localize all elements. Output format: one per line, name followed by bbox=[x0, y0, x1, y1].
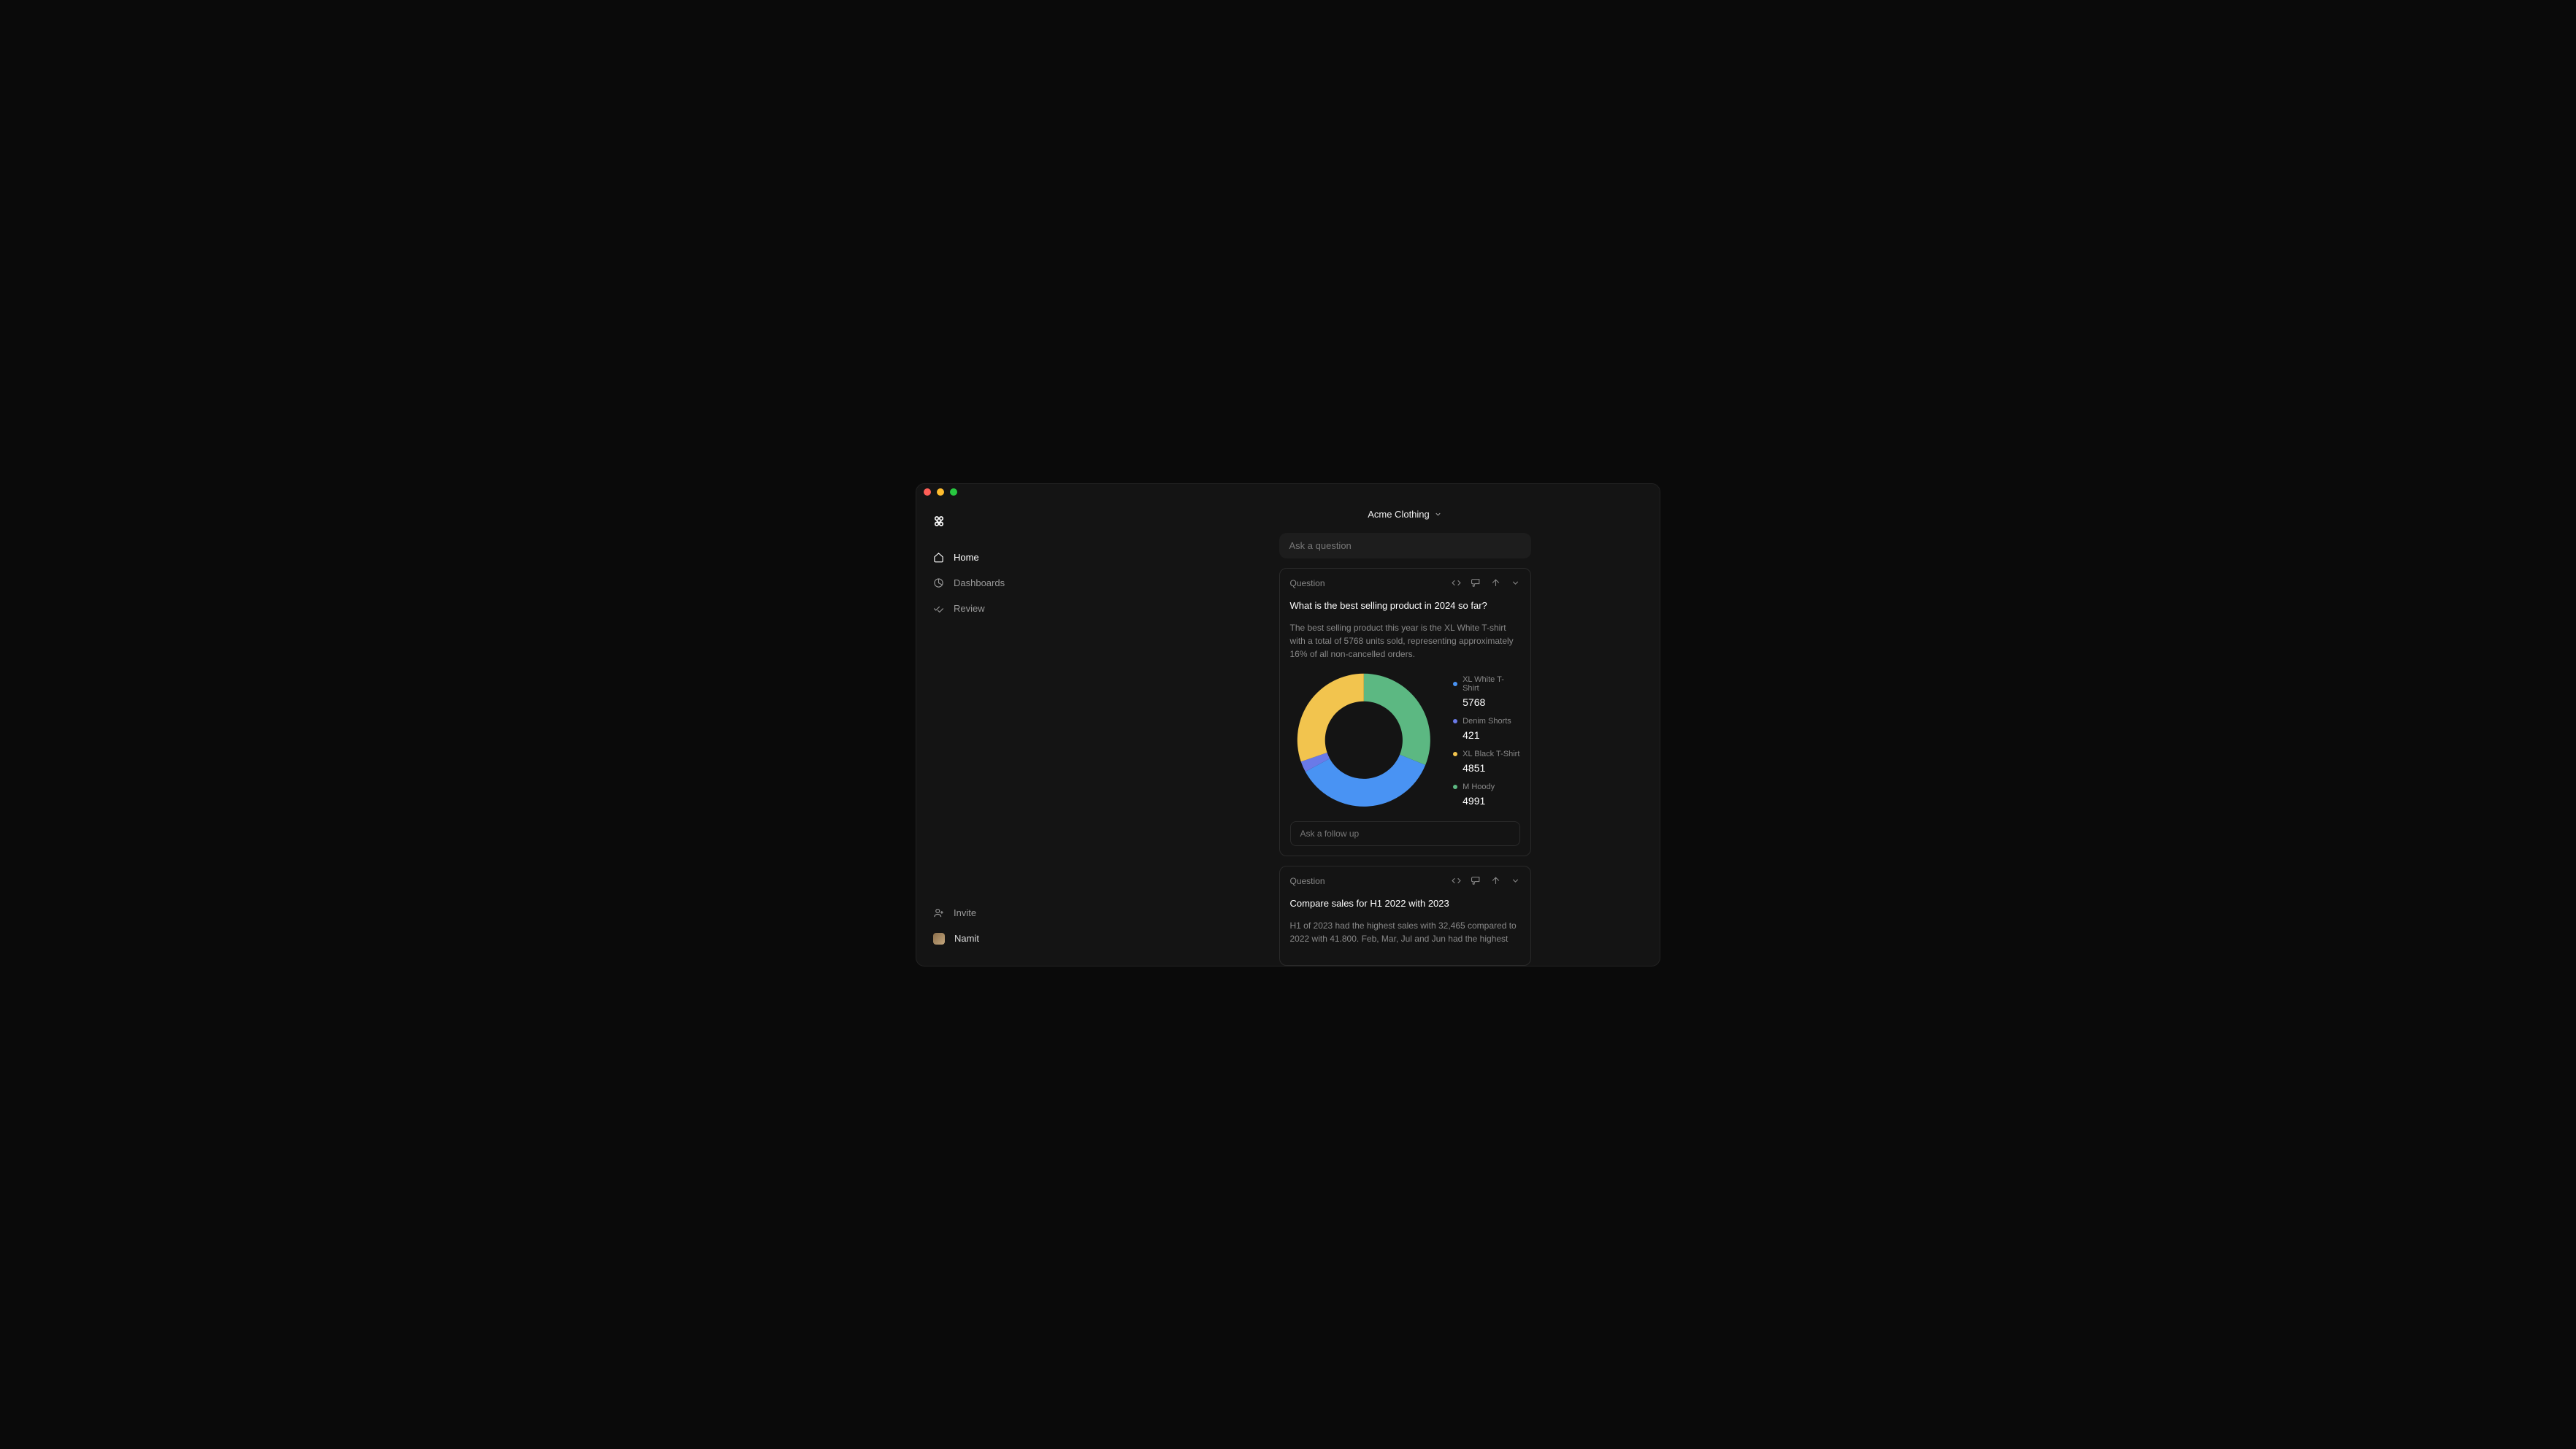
app-body: Home Dashboards Review Invite bbox=[916, 500, 1660, 966]
ask-question-input[interactable]: Ask a question bbox=[1279, 533, 1531, 558]
legend-dot bbox=[1453, 682, 1457, 686]
chart-legend: XL White T-Shirt 5768 Denim Shorts 421 X… bbox=[1453, 675, 1519, 807]
chevron-down-icon[interactable] bbox=[1511, 876, 1520, 885]
app-logo-icon bbox=[932, 515, 946, 528]
follow-up-placeholder: Ask a follow up bbox=[1300, 829, 1360, 839]
legend-label: XL White T-Shirt bbox=[1463, 675, 1519, 693]
double-check-icon bbox=[933, 603, 944, 614]
legend-value: 5768 bbox=[1453, 696, 1519, 708]
answer-text: H1 of 2023 had the highest sales with 32… bbox=[1290, 919, 1520, 945]
thumbs-down-icon[interactable] bbox=[1471, 578, 1481, 588]
ask-placeholder: Ask a question bbox=[1289, 540, 1352, 551]
donut-slice bbox=[1363, 673, 1430, 764]
legend-value: 4851 bbox=[1453, 762, 1519, 774]
legend-value: 4991 bbox=[1453, 795, 1519, 807]
content-column: Ask a question Question What is the best… bbox=[1279, 533, 1531, 966]
legend-item: XL White T-Shirt 5768 bbox=[1453, 675, 1519, 708]
invite-button[interactable]: Invite bbox=[927, 901, 1140, 925]
question-card: Question What is the best selling produc… bbox=[1279, 568, 1531, 856]
donut-slice bbox=[1297, 673, 1363, 761]
user-name: Namit bbox=[954, 933, 979, 944]
question-title: Compare sales for H1 2022 with 2023 bbox=[1290, 898, 1520, 909]
share-icon[interactable] bbox=[1491, 578, 1500, 588]
home-icon bbox=[933, 552, 944, 563]
close-window-button[interactable] bbox=[924, 488, 931, 496]
question-title: What is the best selling product in 2024… bbox=[1290, 600, 1520, 611]
donut-chart bbox=[1295, 671, 1433, 811]
sidebar: Home Dashboards Review Invite bbox=[916, 500, 1150, 966]
user-menu[interactable]: Namit bbox=[927, 926, 1140, 951]
nav-label: Dashboards bbox=[954, 577, 1005, 588]
card-label: Question bbox=[1290, 578, 1325, 588]
maximize-window-button[interactable] bbox=[950, 488, 957, 496]
follow-up-input[interactable]: Ask a follow up bbox=[1290, 821, 1520, 846]
legend-item: M Hoody 4991 bbox=[1453, 783, 1519, 807]
nav-item-dashboards[interactable]: Dashboards bbox=[927, 571, 1140, 595]
legend-item: Denim Shorts 421 bbox=[1453, 717, 1519, 741]
nav-item-review[interactable]: Review bbox=[927, 596, 1140, 620]
code-icon[interactable] bbox=[1452, 578, 1461, 588]
legend-value: 421 bbox=[1453, 729, 1519, 741]
share-icon[interactable] bbox=[1491, 876, 1500, 885]
nav-label: Home bbox=[954, 552, 979, 563]
nav-label: Review bbox=[954, 603, 985, 614]
chevron-down-icon bbox=[1434, 510, 1442, 518]
question-card: Question Compare sales for H1 2022 with … bbox=[1279, 866, 1531, 966]
workspace-name: Acme Clothing bbox=[1368, 509, 1430, 520]
avatar bbox=[933, 933, 945, 945]
donut-slice bbox=[1305, 754, 1425, 806]
legend-label: Denim Shorts bbox=[1463, 717, 1511, 726]
chart-row: XL White T-Shirt 5768 Denim Shorts 421 X… bbox=[1290, 671, 1520, 811]
chevron-down-icon[interactable] bbox=[1511, 578, 1520, 588]
pie-chart-icon bbox=[933, 577, 944, 588]
user-plus-icon bbox=[933, 907, 944, 918]
legend-dot bbox=[1453, 785, 1457, 789]
nav-item-home[interactable]: Home bbox=[927, 545, 1140, 569]
app-window: Home Dashboards Review Invite bbox=[916, 483, 1660, 966]
legend-label: M Hoody bbox=[1463, 783, 1495, 791]
card-label: Question bbox=[1290, 876, 1325, 886]
invite-label: Invite bbox=[954, 907, 976, 918]
code-icon[interactable] bbox=[1452, 876, 1461, 885]
main-area: Acme Clothing Ask a question Question bbox=[1150, 500, 1660, 966]
legend-dot bbox=[1453, 719, 1457, 723]
legend-item: XL Black T-Shirt 4851 bbox=[1453, 750, 1519, 774]
window-titlebar bbox=[916, 484, 1660, 500]
thumbs-down-icon[interactable] bbox=[1471, 876, 1481, 885]
legend-dot bbox=[1453, 752, 1457, 756]
legend-label: XL Black T-Shirt bbox=[1463, 750, 1519, 758]
workspace-switcher[interactable]: Acme Clothing bbox=[1150, 500, 1660, 533]
minimize-window-button[interactable] bbox=[937, 488, 944, 496]
nav-list: Home Dashboards Review bbox=[927, 545, 1140, 901]
answer-text: The best selling product this year is th… bbox=[1290, 621, 1520, 661]
